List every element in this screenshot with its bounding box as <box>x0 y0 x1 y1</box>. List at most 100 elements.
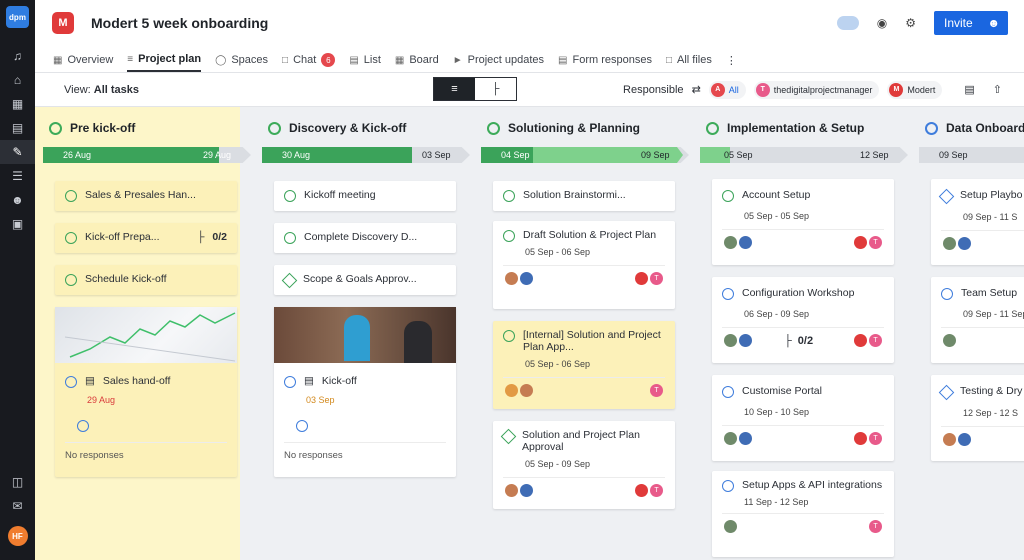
gift-icon[interactable]: ◫ <box>0 470 35 494</box>
milestone-card[interactable]: Setup Playbo 09 Sep - 11 S <box>931 179 1024 265</box>
task-open-icon[interactable] <box>722 480 734 492</box>
form-card[interactable]: ▤ Sales hand-off 29 Aug No responses <box>55 307 237 477</box>
task-card[interactable]: Configuration Workshop 06 Sep - 09 Sep ├… <box>712 277 894 363</box>
bell-icon[interactable]: ♫ <box>0 44 35 68</box>
grid-icon[interactable]: ▦ <box>0 92 35 116</box>
spaces-icon: ◯ <box>215 54 227 66</box>
task-title: Testing & Dry <box>960 385 1023 397</box>
home-icon[interactable]: ⌂ <box>0 68 35 92</box>
assignee-avatars[interactable] <box>724 520 737 533</box>
tab-form-responses[interactable]: ▤ Form responses <box>558 48 652 72</box>
assignee-avatars[interactable] <box>724 432 752 445</box>
task-done-icon[interactable] <box>503 190 515 202</box>
filter-icon[interactable]: ⇄ <box>692 83 701 96</box>
export-icon[interactable]: ⇧ <box>993 83 1002 96</box>
filter-all[interactable]: A All <box>708 80 746 99</box>
assignee-icon[interactable] <box>77 420 89 432</box>
milestone-icon[interactable] <box>938 188 955 205</box>
tab-chat[interactable]: □ Chat 6 <box>282 48 336 72</box>
milestone-card[interactable]: Scope & Goals Approv... <box>274 265 456 295</box>
task-card[interactable]: Solution Brainstormi... <box>493 181 675 211</box>
chat-icon[interactable]: ✉ <box>0 494 35 518</box>
task-card[interactable]: Team Setup 09 Sep - 11 Sep <box>931 277 1024 363</box>
tab-overview[interactable]: ▦ Overview <box>53 48 113 72</box>
owner-avatars[interactable]: T <box>869 520 882 533</box>
present-icon[interactable]: ▤ <box>964 83 974 96</box>
milestone-icon[interactable] <box>281 272 298 289</box>
task-done-icon[interactable] <box>284 190 296 202</box>
tasks-icon[interactable]: ☰ <box>0 164 35 188</box>
tab-all-files[interactable]: □ All files <box>666 48 712 72</box>
task-card[interactable]: Draft Solution & Project Plan 05 Sep - 0… <box>493 221 675 309</box>
task-card[interactable]: Sales & Presales Han... <box>55 181 237 211</box>
filter-modert[interactable]: M Modert <box>887 80 943 99</box>
task-card[interactable]: Complete Discovery D... <box>274 223 456 253</box>
clipboard-icon[interactable]: ✎ <box>0 140 35 164</box>
task-open-icon[interactable] <box>941 288 953 300</box>
tab-project-plan[interactable]: ≡ Project plan <box>127 48 202 72</box>
inbox-icon[interactable]: ▣ <box>0 212 35 236</box>
task-card[interactable]: Schedule Kick-off <box>55 265 237 295</box>
task-done-icon[interactable] <box>722 190 734 202</box>
assignee-icon[interactable] <box>296 420 308 432</box>
assignee-avatars[interactable] <box>943 334 956 347</box>
owner-avatars[interactable]: T <box>854 334 882 347</box>
task-open-icon[interactable] <box>722 386 734 398</box>
assignee-avatars[interactable] <box>724 236 752 249</box>
task-done-icon[interactable] <box>65 274 77 286</box>
assignee-avatars[interactable]: ├ 0/2 <box>724 334 813 347</box>
task-open-icon[interactable] <box>65 376 77 388</box>
task-card[interactable]: Setup Apps & API integrations 11 Sep - 1… <box>712 471 894 557</box>
tab-spaces[interactable]: ◯ Spaces <box>215 48 268 72</box>
assignee-avatars[interactable] <box>505 384 533 397</box>
task-card[interactable]: Kickoff meeting <box>274 181 456 211</box>
task-done-icon[interactable] <box>503 230 515 242</box>
building-icon[interactable]: ▤ <box>0 116 35 140</box>
view-selector[interactable]: View: All tasks <box>64 84 139 96</box>
people-icon[interactable]: ☻ <box>0 188 35 212</box>
tab-list[interactable]: ▤ List <box>349 48 381 72</box>
milestone-icon[interactable] <box>938 384 955 401</box>
eye-icon[interactable]: ◉ <box>877 16 887 30</box>
user-avatar[interactable]: HF <box>7 526 28 546</box>
gear-icon[interactable]: ⚙ <box>905 16 916 30</box>
assignee-avatars[interactable] <box>943 237 971 250</box>
owner-avatars[interactable]: T <box>635 272 663 285</box>
milestone-card[interactable]: Solution and Project Plan Approval 05 Se… <box>493 421 675 509</box>
tab-board[interactable]: ▦ Board <box>395 48 439 72</box>
task-title: Scope & Goals Approv... <box>303 273 417 285</box>
task-open-icon[interactable] <box>722 288 734 300</box>
list-view-icon[interactable]: ≡ <box>434 78 475 100</box>
column-pre-kick-off: Pre kick-off 26 Aug 29 Aug Sales & Presa… <box>35 107 251 560</box>
owner-avatars[interactable]: T <box>650 384 663 397</box>
tab-label: Form responses <box>572 54 652 66</box>
task-card[interactable]: Account Setup 05 Sep - 05 Sep T <box>712 179 894 265</box>
filter-thedigitalprojectmanager[interactable]: Tthedigitalprojectmanager <box>753 80 880 99</box>
milestone-icon[interactable] <box>500 428 517 445</box>
milestone-card[interactable]: Testing & Dry 12 Sep - 12 S <box>931 375 1024 461</box>
assignee-avatars[interactable] <box>505 484 533 497</box>
task-done-icon[interactable] <box>65 232 77 244</box>
app-logo[interactable]: dpm <box>6 6 29 28</box>
timeline-view-icon[interactable]: ├ <box>475 78 516 100</box>
task-card[interactable]: [Internal] Solution and Project Plan App… <box>493 321 675 409</box>
tab-project-updates[interactable]: ► Project updates <box>453 48 544 72</box>
task-card[interactable]: Kick-off Prepa... ├ 0/2 <box>55 223 237 253</box>
owner-avatars[interactable]: T <box>854 432 882 445</box>
responses-note: No responses <box>65 450 124 461</box>
task-open-icon[interactable] <box>284 376 296 388</box>
more-tabs-icon[interactable]: ⋮ <box>726 48 737 72</box>
task-done-icon[interactable] <box>503 330 515 342</box>
assignee-avatars[interactable] <box>943 433 971 446</box>
owner-avatars[interactable]: T <box>635 484 663 497</box>
invite-button[interactable]: Invite ☻ <box>934 11 1008 35</box>
owner-avatars[interactable]: T <box>854 236 882 249</box>
task-done-icon[interactable] <box>65 190 77 202</box>
task-card[interactable]: Customise Portal 10 Sep - 10 Sep T <box>712 375 894 461</box>
filter-label: thedigitalprojectmanager <box>773 84 873 95</box>
assignee-avatars[interactable] <box>505 272 533 285</box>
responses-note: No responses <box>284 450 343 461</box>
form-card[interactable]: ▤ Kick-off 03 Sep No responses <box>274 307 456 477</box>
members-icon[interactable] <box>836 16 859 30</box>
task-done-icon[interactable] <box>284 232 296 244</box>
